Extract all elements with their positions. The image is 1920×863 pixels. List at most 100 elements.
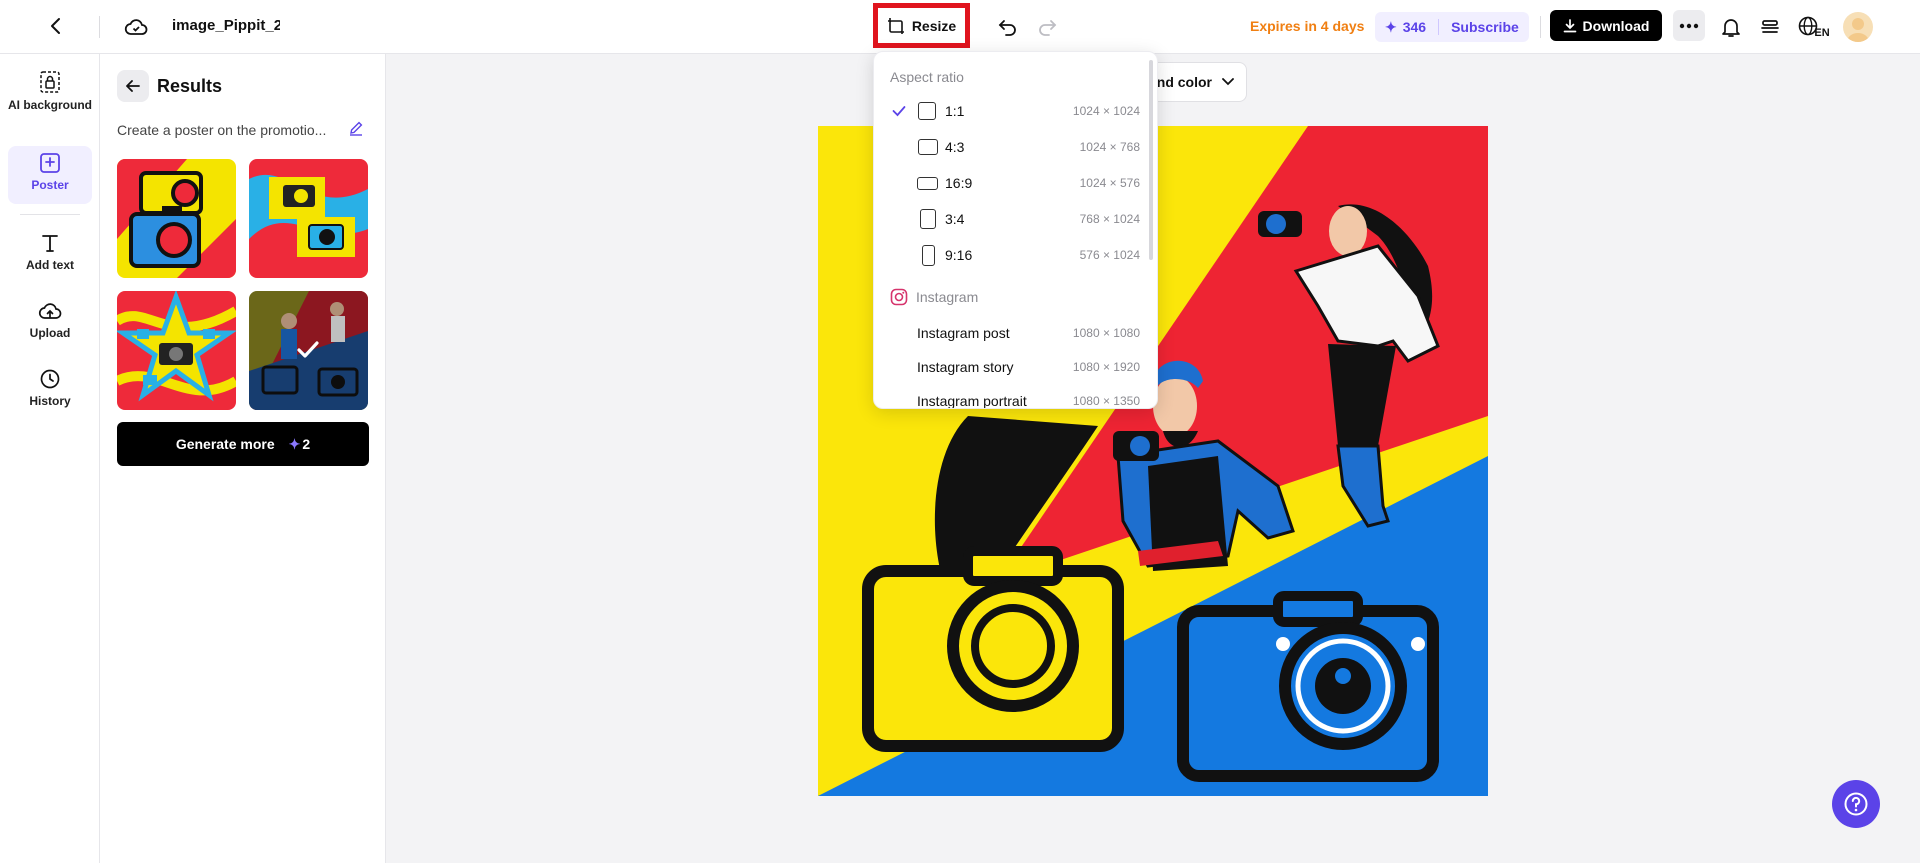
panel-title: Results	[157, 76, 223, 96]
resize-icon	[887, 17, 904, 34]
top-bar: image_Pippit_20 Resize Expires in 4 days…	[0, 0, 1920, 54]
divider	[1540, 16, 1541, 38]
rail-divider	[20, 214, 80, 215]
preset-label: Instagram portrait	[917, 393, 1027, 409]
ratio-label: 9:16	[945, 247, 973, 263]
credits-badge[interactable]: ✦ 346 Subscribe	[1375, 12, 1529, 42]
download-button[interactable]: Download	[1550, 10, 1662, 41]
ratio-option-16-9[interactable]: 16:9 1024 × 576	[874, 166, 1152, 200]
ratio-dimensions: 768 × 1024	[1079, 212, 1140, 226]
chevron-down-icon	[1222, 78, 1234, 86]
credits-count: 346	[1402, 19, 1427, 35]
preset-label: Instagram post	[917, 325, 1010, 341]
rail-item-ai-background[interactable]: AI background	[8, 64, 92, 118]
portrait-ratio-icon	[920, 209, 936, 229]
ratio-dimensions: 576 × 1024	[1079, 248, 1140, 262]
rail-label: Add text	[26, 258, 74, 272]
instagram-icon	[890, 288, 908, 306]
question-mark-icon	[1844, 792, 1868, 816]
arrow-left-icon	[126, 80, 140, 92]
ratio-label: 3:4	[945, 211, 965, 227]
tool-rail: AI background Poster Add text Upload His…	[0, 54, 100, 863]
rail-item-history[interactable]: History	[8, 362, 92, 414]
background-color-button[interactable]: nd color	[1145, 62, 1247, 102]
back-arrow-icon[interactable]	[44, 14, 68, 38]
edit-prompt-icon[interactable]	[348, 120, 368, 140]
sparkle-icon: ✦	[1385, 18, 1397, 35]
resize-dropdown: Aspect ratio 1:1 1024 × 1024 4:3 1024 × …	[873, 51, 1158, 409]
preset-dimensions: 1080 × 1080	[1072, 326, 1140, 340]
rail-label: Upload	[29, 326, 71, 340]
ratio-label: 4:3	[945, 139, 965, 155]
ratio-option-3-4[interactable]: 3:4 768 × 1024	[874, 202, 1152, 236]
sparkle-icon: ✦	[288, 435, 301, 452]
generate-more-button[interactable]: Generate more ✦ 2	[117, 422, 369, 466]
background-color-label: nd color	[1156, 74, 1212, 90]
rail-label: AI background	[8, 98, 93, 112]
ratio-label: 16:9	[945, 175, 973, 191]
layers-icon[interactable]	[1756, 13, 1784, 41]
result-thumbnail-2[interactable]	[249, 159, 368, 278]
rail-item-add-text[interactable]: Add text	[8, 226, 92, 278]
check-icon	[892, 106, 906, 117]
instagram-story-option[interactable]: Instagram story 1080 × 1920	[874, 350, 1152, 384]
ratio-option-1-1[interactable]: 1:1 1024 × 1024	[874, 94, 1152, 128]
ai-background-icon	[40, 71, 60, 93]
resize-button[interactable]: Resize	[873, 3, 970, 48]
generate-cost: ✦ 2	[289, 436, 311, 453]
file-name[interactable]: image_Pippit_20	[172, 17, 280, 34]
instagram-portrait-option[interactable]: Instagram portrait 1080 × 1350	[874, 384, 1152, 409]
clock-icon	[40, 369, 60, 389]
selected-check-icon	[297, 341, 319, 358]
subscribe-link[interactable]: Subscribe	[1451, 19, 1519, 35]
rail-item-poster[interactable]: Poster	[8, 146, 92, 204]
divider	[99, 16, 100, 38]
generate-cost-value: 2	[302, 436, 311, 452]
result-thumbnail-3[interactable]	[117, 291, 236, 410]
ratio-option-4-3[interactable]: 4:3 1024 × 768	[874, 130, 1152, 164]
divider	[1438, 19, 1440, 35]
bell-icon[interactable]	[1717, 13, 1745, 41]
ratio-dimensions: 1024 × 768	[1079, 140, 1140, 154]
preset-dimensions: 1080 × 1920	[1072, 360, 1140, 374]
undo-icon[interactable]	[994, 13, 1022, 41]
rail-item-upload[interactable]: Upload	[8, 294, 92, 346]
upload-cloud-icon	[38, 303, 62, 319]
prompt-text: Create a poster on the promotio...	[117, 122, 327, 138]
results-panel: Results Create a poster on the promotio.…	[100, 54, 386, 863]
language-code: EN	[1814, 27, 1830, 39]
text-icon	[42, 235, 58, 252]
ratio-option-9-16[interactable]: 9:16 576 × 1024	[874, 238, 1152, 272]
help-button[interactable]	[1832, 780, 1880, 828]
poster-icon	[40, 153, 60, 173]
preset-dimensions: 1080 × 1350	[1072, 394, 1140, 408]
landscape-ratio-icon	[918, 139, 938, 155]
wide-ratio-icon	[917, 176, 938, 190]
redo-icon[interactable]	[1033, 13, 1061, 41]
download-label: Download	[1582, 17, 1650, 34]
ratio-dimensions: 1024 × 1024	[1072, 104, 1140, 118]
rail-label: Poster	[31, 178, 69, 192]
resize-label: Resize	[911, 17, 957, 34]
user-avatar[interactable]	[1843, 12, 1873, 42]
aspect-ratio-heading: Aspect ratio	[890, 69, 964, 85]
ratio-dimensions: 1024 × 576	[1079, 176, 1140, 190]
result-thumbnail-1[interactable]	[117, 159, 236, 278]
instagram-heading-label: Instagram	[916, 289, 979, 305]
tall-ratio-icon	[922, 244, 935, 266]
dropdown-scrollbar[interactable]	[1149, 60, 1153, 260]
result-thumbnail-4-selected[interactable]	[249, 291, 368, 410]
generate-more-label: Generate more	[175, 436, 275, 452]
square-ratio-icon	[918, 102, 936, 120]
language-globe-icon[interactable]: EN	[1796, 11, 1832, 43]
ratio-label: 1:1	[945, 103, 965, 119]
results-back-button[interactable]	[117, 70, 149, 102]
more-options-icon[interactable]	[1673, 10, 1705, 41]
preset-label: Instagram story	[917, 359, 1014, 375]
rail-label: History	[29, 394, 71, 408]
cloud-sync-icon[interactable]	[122, 13, 150, 41]
expiry-notice: Expires in 4 days	[1250, 18, 1365, 34]
instagram-heading: Instagram	[890, 288, 978, 306]
download-icon	[1563, 18, 1576, 32]
instagram-post-option[interactable]: Instagram post 1080 × 1080	[874, 316, 1152, 350]
